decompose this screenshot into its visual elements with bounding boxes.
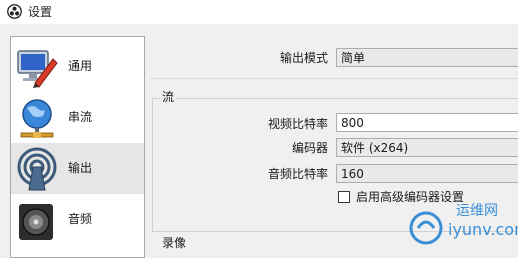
speaker-icon: [19, 204, 53, 240]
sidebar-item-general[interactable]: 通用: [11, 41, 144, 92]
window-title: 设置: [28, 5, 53, 19]
broadcast-antenna-icon: [17, 147, 57, 191]
title-bar: 设置: [0, 0, 518, 24]
video-bitrate-label: 视频比特率: [267, 117, 328, 131]
watermark-url: iyunv.com: [448, 220, 518, 239]
output-mode-label: 输出模式: [279, 51, 328, 65]
section-divider: [150, 78, 518, 79]
watermark-text: 运维网: [456, 203, 498, 219]
sidebar-item-output[interactable]: 输出: [11, 143, 144, 194]
sidebar-item-label: 串流: [68, 110, 93, 124]
sidebar-item-audio[interactable]: 音频: [11, 194, 144, 245]
obs-logo-icon: [7, 4, 22, 19]
video-bitrate-input[interactable]: 800: [336, 113, 518, 132]
audio-bitrate-select[interactable]: 160: [336, 164, 518, 183]
encoder-label: 编码器: [291, 141, 328, 155]
encoder-select[interactable]: 软件 (x264): [336, 138, 518, 157]
recording-group-title: 录像: [160, 236, 189, 250]
globe-network-icon: [20, 99, 54, 138]
sidebar-item-label: 通用: [68, 59, 93, 73]
audio-bitrate-label: 音频比特率: [267, 167, 328, 181]
output-mode-select[interactable]: 简单: [336, 48, 518, 67]
sidebar-item-label: 输出: [68, 161, 93, 175]
advanced-encoder-checkbox[interactable]: [338, 191, 350, 203]
sidebar-item-stream[interactable]: 串流: [11, 92, 144, 143]
sidebar-item-label: 音频: [68, 212, 93, 226]
settings-sidebar[interactable]: 通用 串流 输出 音频: [10, 36, 145, 258]
stream-group-title: 流: [160, 90, 177, 104]
monitor-pen-icon: [17, 50, 58, 88]
